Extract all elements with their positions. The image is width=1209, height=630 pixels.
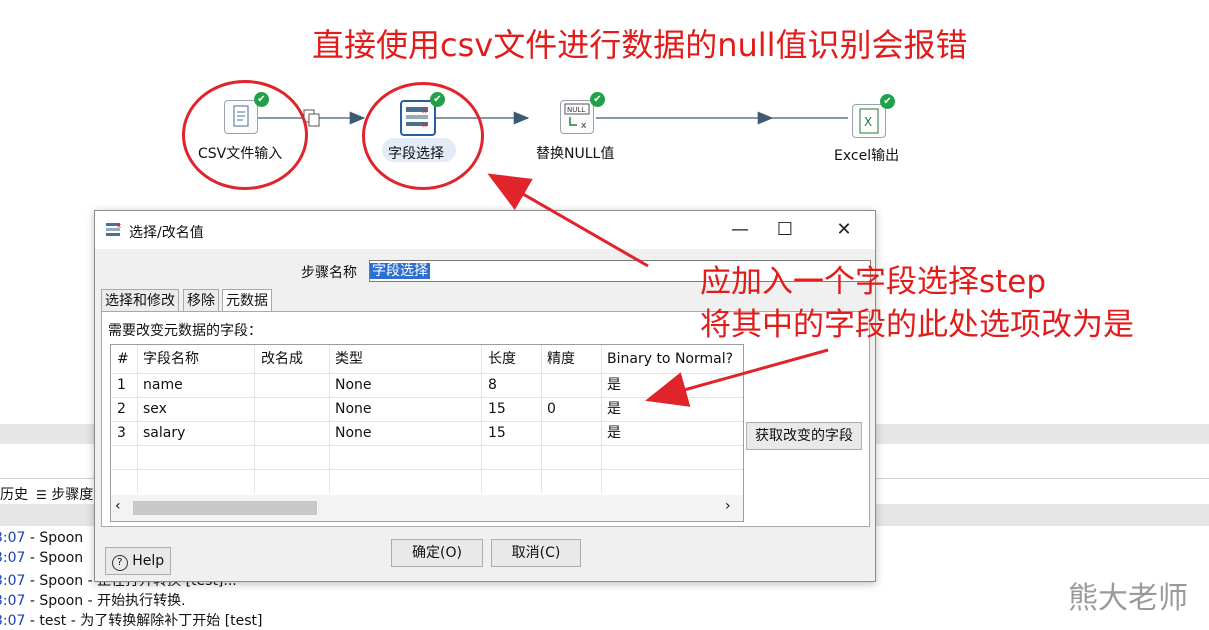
step-label-select: 字段选择 (388, 146, 444, 162)
table-cell[interactable]: 8 (488, 373, 497, 397)
tab-step-metrics-label: 步骤度 (51, 487, 94, 503)
status-ok-icon: ✔ (430, 92, 445, 107)
cancel-button[interactable]: 取消(C) (491, 539, 581, 567)
close-icon[interactable]: ✕ (829, 219, 859, 241)
get-fields-button[interactable]: 获取改变的字段 (746, 422, 862, 450)
table-cell[interactable]: None (335, 397, 372, 421)
help-button[interactable]: ? Help (105, 547, 171, 575)
table-cell[interactable]: sex (143, 397, 167, 421)
scroll-right-icon[interactable]: › (725, 498, 731, 514)
annotation-note-line2: 将其中的字段的此处选项改为是 (700, 307, 1134, 343)
step-name-value: 字段选择 (370, 263, 430, 279)
excel-output-icon[interactable]: X (852, 104, 886, 138)
metadata-fields-table: # 字段名称 改名成 类型 长度 精度 Binary to Normal? 1 … (110, 344, 744, 522)
table-cell[interactable]: 15 (488, 421, 506, 445)
step-label-csv: CSV文件输入 (198, 146, 283, 162)
table-cell[interactable]: 是 (607, 421, 621, 445)
dialog-title: 选择/改名值 (129, 225, 204, 241)
col-header-binary-to-normal[interactable]: Binary to Normal? (607, 345, 733, 373)
col-header-rename[interactable]: 改名成 (261, 345, 303, 373)
scroll-left-icon[interactable]: ‹ (115, 498, 121, 514)
help-icon: ? (111, 555, 128, 571)
help-label: Help (132, 553, 165, 569)
tab-step-metrics[interactable]: ☰ 步骤度 (36, 484, 93, 504)
table-cell[interactable]: salary (143, 421, 185, 445)
tab-history[interactable]: 历史 (0, 484, 28, 504)
replace-null-icon[interactable]: NULL x (560, 100, 594, 134)
status-ok-icon: ✔ (254, 92, 269, 107)
highlight-circle-select (362, 82, 484, 190)
step-label-excel: Excel输出 (834, 148, 900, 164)
svg-text:x: x (422, 120, 427, 129)
annotation-note-line1: 应加入一个字段选择step (700, 264, 1047, 300)
col-header-length[interactable]: 长度 (488, 345, 516, 373)
tab-select-modify[interactable]: 选择和修改 (101, 289, 179, 312)
horizontal-scrollbar[interactable]: ‹ › (111, 495, 743, 521)
select-values-icon[interactable]: xx (400, 100, 436, 136)
svg-text:X: X (864, 115, 872, 129)
list-icon: ☰ (36, 488, 47, 502)
table-cell[interactable]: None (335, 373, 372, 397)
table-cell: 3 (117, 425, 126, 441)
svg-text:NULL: NULL (567, 106, 585, 114)
table-cell[interactable]: 是 (607, 397, 621, 421)
ok-button[interactable]: 确定(O) (391, 539, 483, 567)
table-cell[interactable]: 是 (607, 373, 621, 397)
log-line: 3:07 - Spoon (0, 550, 84, 566)
status-ok-icon: ✔ (880, 94, 895, 109)
dialog-app-icon: x (105, 221, 123, 237)
col-header-index[interactable]: # (117, 345, 129, 373)
status-ok-icon: ✔ (590, 92, 605, 107)
table-cell[interactable]: 0 (547, 397, 556, 421)
svg-text:x: x (581, 121, 587, 131)
tab-metadata[interactable]: 元数据 (222, 289, 272, 313)
scrollbar-thumb[interactable] (133, 501, 317, 515)
table-cell: 2 (117, 401, 126, 417)
step-name-label: 步骤名称 (301, 265, 357, 281)
csv-file-icon[interactable] (224, 100, 258, 134)
log-line: 3:07 - test - 为了转换解除补丁开始 [test] (0, 613, 263, 629)
watermark: 熊大老师 (1068, 581, 1188, 616)
col-header-field-name[interactable]: 字段名称 (143, 345, 199, 373)
dialog-titlebar: x 选择/改名值 — ☐ ✕ (95, 211, 875, 249)
table-cell[interactable]: 15 (488, 397, 506, 421)
minimize-icon[interactable]: — (725, 219, 755, 241)
col-header-precision[interactable]: 精度 (547, 345, 575, 373)
tab-history-label: 历史 (0, 487, 28, 503)
maximize-icon[interactable]: ☐ (770, 219, 800, 241)
tab-remove[interactable]: 移除 (183, 289, 219, 312)
log-line: 3:07 - Spoon - 开始执行转换. (0, 593, 186, 609)
col-header-type[interactable]: 类型 (335, 345, 363, 373)
section-label: 需要改变元数据的字段： (108, 323, 262, 339)
svg-text:x: x (422, 106, 427, 115)
table-cell: 1 (117, 377, 126, 393)
table-cell[interactable]: None (335, 421, 372, 445)
log-line: 3:07 - Spoon (0, 530, 84, 546)
step-label-replace-null: 替换NULL值 (536, 146, 615, 162)
table-cell[interactable]: name (143, 373, 183, 397)
svg-text:x: x (117, 222, 121, 230)
